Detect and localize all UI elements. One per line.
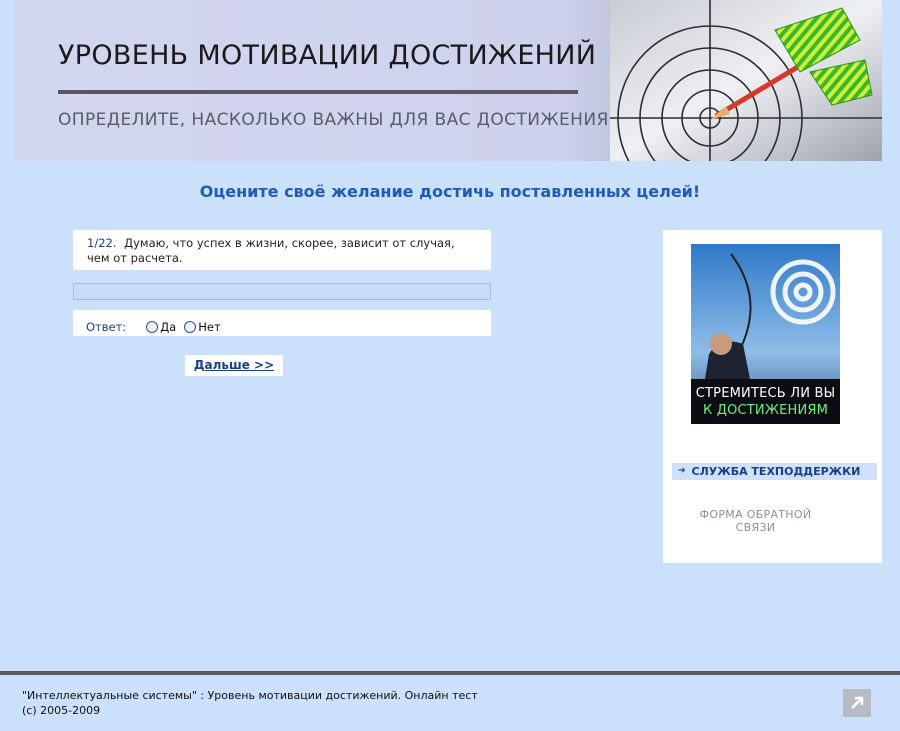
- support-link-label: СЛУЖБА ТЕХПОДДЕРЖКИ: [691, 465, 861, 478]
- footer-copyright: (c) 2005-2009: [22, 704, 101, 717]
- question-number: 1/22.: [87, 236, 117, 250]
- target-dart-icon: [610, 0, 882, 161]
- arrow-up-right-icon: [851, 696, 864, 709]
- answer-label: Ответ:: [86, 319, 127, 334]
- promo-caption-line2: К ДОСТИЖЕНИЯМ: [702, 403, 829, 418]
- feedback-link[interactable]: ФОРМА ОБРАТНОЙ СВЯЗИ: [693, 508, 818, 534]
- scroll-top-button[interactable]: [843, 689, 871, 717]
- answer-option-no[interactable]: Нет: [184, 319, 221, 334]
- promo-banner[interactable]: СТРЕМИТЕСЬ ЛИ ВЫ К ДОСТИЖЕНИЯМ: [691, 244, 840, 424]
- question-panel: 1/22. Думаю, что успех в жизни, скорее, …: [73, 230, 491, 270]
- banner-divider: [58, 90, 578, 94]
- page-headline: Оцените своё желание достичь поставленны…: [199, 182, 701, 201]
- sidebar: СТРЕМИТЕСЬ ЛИ ВЫ К ДОСТИЖЕНИЯМ ➔ СЛУЖБА …: [663, 230, 882, 563]
- radio-no[interactable]: [184, 320, 197, 333]
- answer-option-no-label: Нет: [198, 319, 221, 334]
- radio-yes[interactable]: [146, 320, 159, 333]
- footer-text: "Интеллектуальные системы" : Уровень мот…: [22, 689, 478, 702]
- answer-option-yes-label: Да: [160, 319, 177, 334]
- support-link[interactable]: ➔ СЛУЖБА ТЕХПОДДЕРЖКИ: [672, 463, 877, 480]
- banner-subtitle: ОПРЕДЕЛИТЕ, НАСКОЛЬКО ВАЖНЫ ДЛЯ ВАС ДОСТ…: [58, 110, 609, 130]
- banner-title: УРОВЕНЬ МОТИВАЦИИ ДОСТИЖЕНИЙ: [58, 40, 597, 71]
- question-text: Думаю, что успех в жизни, скорее, зависи…: [87, 236, 455, 265]
- arrow-right-icon: ➔: [678, 466, 686, 476]
- answer-option-yes[interactable]: Да: [146, 320, 176, 334]
- progress-strip: [73, 283, 491, 300]
- next-button[interactable]: Дальше >>: [185, 355, 283, 376]
- answer-panel: Ответ: Да Нет: [73, 310, 491, 336]
- promo-caption-line1: СТРЕМИТЕСЬ ЛИ ВЫ: [695, 386, 836, 401]
- footer-divider: [0, 671, 900, 675]
- header-banner: УРОВЕНЬ МОТИВАЦИИ ДОСТИЖЕНИЙ ОПРЕДЕЛИТЕ,…: [15, 0, 882, 161]
